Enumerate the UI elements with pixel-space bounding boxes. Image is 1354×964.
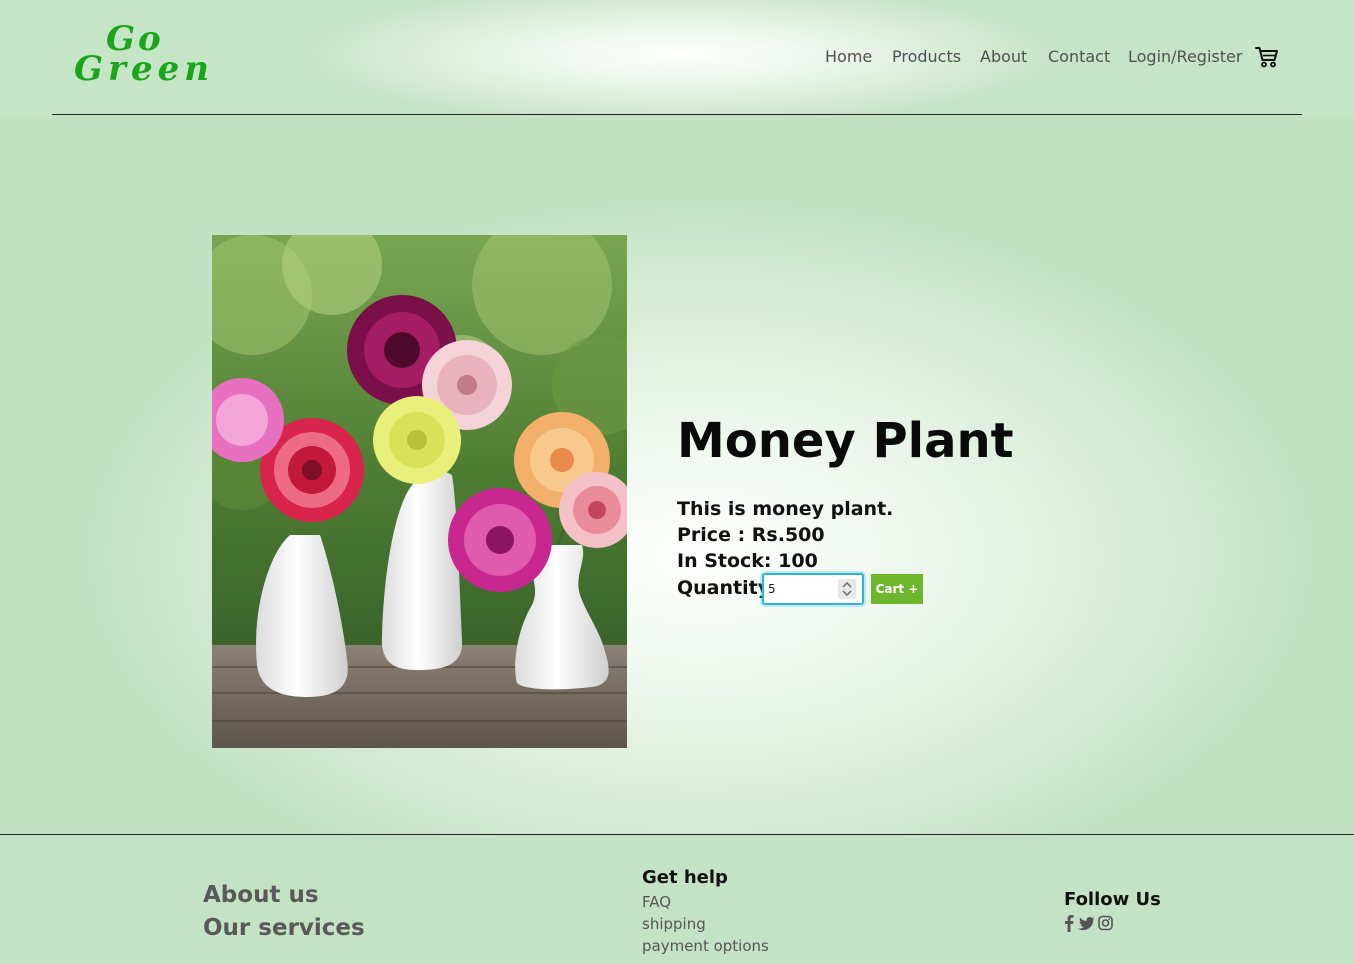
product-title: Money Plant bbox=[677, 413, 1014, 469]
product-price: Price : Rs.500 bbox=[677, 524, 825, 546]
twitter-icon[interactable] bbox=[1078, 914, 1096, 932]
nav-home[interactable]: Home bbox=[825, 46, 872, 68]
quantity-input[interactable] bbox=[768, 579, 834, 599]
brand-logo[interactable]: Go Green bbox=[72, 20, 212, 90]
follow-us-heading: Follow Us bbox=[1064, 889, 1161, 910]
footer-about-us[interactable]: About us bbox=[203, 880, 319, 910]
footer-divider bbox=[0, 834, 1354, 835]
shopping-cart-icon[interactable] bbox=[1255, 46, 1279, 68]
footer-link-shipping[interactable]: shipping bbox=[642, 914, 706, 934]
instagram-icon[interactable] bbox=[1098, 914, 1114, 932]
product-stock: In Stock: 100 bbox=[677, 550, 818, 572]
logo-line2: Green bbox=[74, 49, 214, 89]
quantity-spinner[interactable] bbox=[838, 579, 856, 599]
nav-products[interactable]: Products bbox=[892, 46, 961, 68]
footer-our-services[interactable]: Our services bbox=[203, 913, 365, 943]
main-background bbox=[0, 115, 1354, 835]
nav-contact[interactable]: Contact bbox=[1048, 46, 1110, 68]
add-to-cart-button[interactable]: Cart + bbox=[871, 574, 923, 604]
footer-link-payment-options[interactable]: payment options bbox=[642, 936, 769, 956]
quantity-stepper[interactable] bbox=[762, 573, 864, 605]
nav-about[interactable]: About bbox=[980, 46, 1027, 68]
nav-login-register[interactable]: Login/Register bbox=[1128, 46, 1242, 68]
product-image bbox=[212, 235, 627, 748]
header-divider bbox=[52, 114, 1302, 115]
footer-link-faq[interactable]: FAQ bbox=[642, 892, 671, 912]
get-help-heading: Get help bbox=[642, 867, 728, 888]
product-description: This is money plant. bbox=[677, 498, 894, 520]
